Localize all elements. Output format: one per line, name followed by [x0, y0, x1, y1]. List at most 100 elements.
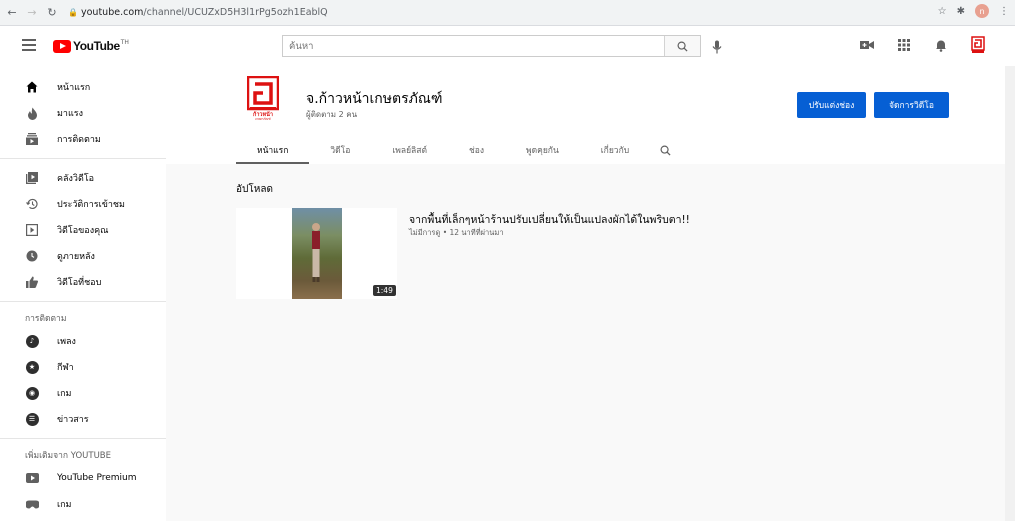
youtube-premium-icon	[25, 471, 39, 485]
music-icon: ♪	[25, 334, 39, 348]
channel-name: จ.ก้าวหน้าเกษตรภัณฑ์	[306, 91, 443, 107]
sidebar-item-label: เพลง	[57, 337, 76, 347]
sidebar-item-label: YouTube Premium	[57, 473, 137, 483]
tab-channels[interactable]: ช่อง	[448, 136, 505, 164]
person-figure	[312, 223, 320, 282]
sidebar-divider	[0, 301, 166, 302]
sidebar-item-news[interactable]: ☰ ข่าวสาร	[0, 406, 166, 432]
sidebar-item-gaming[interactable]: ◉ เกม	[0, 380, 166, 406]
forward-icon[interactable]: →	[24, 5, 40, 21]
home-icon	[25, 80, 39, 94]
sidebar-item-subscriptions[interactable]: การติดตาม	[0, 126, 166, 152]
video-duration: 1:49	[373, 285, 396, 296]
browser-toolbar: ← → ↻ 🔒 youtube.com/channel/UCUZxD5H3l1r…	[0, 0, 1015, 26]
customize-channel-button[interactable]: ปรับแต่งช่อง	[797, 92, 866, 118]
tab-home[interactable]: หน้าแรก	[236, 136, 310, 164]
lock-icon: 🔒	[68, 8, 78, 17]
tab-about[interactable]: เกี่ยวกับ	[580, 136, 650, 164]
more-from-youtube-heading: เพิ่มเติมจาก YOUTUBE	[25, 451, 111, 461]
browser-profile-avatar[interactable]: n	[975, 4, 989, 18]
gaming-icon: ◉	[25, 386, 39, 400]
hamburger-menu-icon[interactable]	[22, 39, 36, 51]
search-icon	[677, 41, 688, 52]
sidebar-item-label: มาแรง	[57, 109, 84, 119]
search-button[interactable]	[664, 36, 700, 56]
sidebar-item-label: กีฬา	[57, 363, 74, 373]
video-thumbnail[interactable]: 1:49	[236, 208, 397, 299]
sidebar-item-trending[interactable]: มาแรง	[0, 100, 166, 126]
logo-country-code: TH	[120, 39, 129, 46]
watch-later-icon	[25, 249, 39, 263]
url-host: youtube.com	[81, 7, 144, 18]
reload-icon[interactable]: ↻	[44, 5, 60, 21]
channel-avatar-subtext: เกษตรภัณฑ์	[255, 117, 271, 121]
browser-menu-icon[interactable]: ⋮	[999, 6, 1009, 17]
library-icon	[25, 171, 39, 185]
microphone-icon	[712, 40, 722, 54]
sidebar: หน้าแรก มาแรง การติดตาม คลังวิดีโอ ประวั…	[0, 66, 166, 521]
tab-playlists[interactable]: เพลย์ลิสต์	[371, 136, 448, 164]
trending-icon	[25, 106, 39, 120]
channel-tabs: หน้าแรก วิดีโอ เพลย์ลิสต์ ช่อง พูดคุยกัน…	[236, 136, 672, 164]
channel-avatar[interactable]: ก้าวหน้า เกษตรภัณฑ์	[246, 75, 280, 122]
sidebar-item-label: ประวัติการเข้าชม	[57, 200, 125, 210]
sidebar-item-sports[interactable]: ★ กีฬา	[0, 354, 166, 380]
page-scrollbar[interactable]	[1005, 66, 1015, 521]
sidebar-item-label: หน้าแรก	[57, 83, 91, 93]
channel-search-button[interactable]	[658, 136, 672, 164]
sidebar-item-library[interactable]: คลังวิดีโอ	[0, 165, 166, 191]
sidebar-item-music[interactable]: ♪ เพลง	[0, 328, 166, 354]
url-path: /channel/UCUZxD5H3l1rPg5ozh1EablQ	[143, 7, 328, 18]
search-input[interactable]	[283, 36, 664, 56]
sidebar-item-label: ข่าวสาร	[57, 415, 89, 425]
sidebar-item-watch-later[interactable]: ดูภายหลัง	[0, 243, 166, 269]
your-videos-icon	[25, 223, 39, 237]
youtube-logo[interactable]: YouTube TH	[53, 39, 129, 53]
uploads-section-title[interactable]: อัปโหลด	[236, 182, 273, 197]
sidebar-item-liked-videos[interactable]: วิดีโอที่ชอบ	[0, 269, 166, 295]
subscriber-count: ผู้ติดตาม 2 คน	[306, 110, 358, 119]
subscriptions-heading: การติดตาม	[25, 314, 67, 324]
sidebar-item-youtube-premium[interactable]: YouTube Premium	[0, 465, 166, 491]
video-title[interactable]: จากพื้นที่เล็กๆหน้าร้านปรับเปลี่ยนให้เป็…	[409, 211, 690, 228]
sidebar-item-history[interactable]: ประวัติการเข้าชม	[0, 191, 166, 217]
sidebar-item-label: วิดีโอที่ชอบ	[57, 278, 102, 288]
search-icon	[660, 145, 671, 156]
search-box	[282, 35, 701, 57]
notifications-bell-icon[interactable]	[934, 38, 948, 52]
thumbnail-image	[292, 208, 342, 299]
sidebar-item-label: คลังวิดีโอ	[57, 174, 95, 184]
gaming-icon	[25, 497, 39, 511]
create-video-icon[interactable]	[860, 38, 874, 52]
sidebar-item-label: เกม	[57, 500, 72, 510]
sidebar-item-label: การติดตาม	[57, 135, 101, 145]
youtube-play-icon	[53, 39, 71, 53]
logo-text: YouTube	[73, 39, 120, 53]
tab-discussion[interactable]: พูดคุยกัน	[505, 136, 580, 164]
sidebar-item-label: เกม	[57, 389, 72, 399]
sidebar-divider	[0, 158, 166, 159]
manage-videos-button[interactable]: จัดการวิดีโอ	[874, 92, 949, 118]
channel-content: อัปโหลด 1:49 จากพื้นที่เล็กๆหน้าร้านปรับ…	[166, 164, 1015, 521]
sidebar-item-label: ดูภายหลัง	[57, 252, 95, 262]
sidebar-item-label: วิดีโอของคุณ	[57, 226, 109, 236]
video-meta: ไม่มีการดู • 12 นาทีที่ผ่านมา	[409, 228, 504, 237]
voice-search-button[interactable]	[712, 39, 722, 58]
back-icon[interactable]: ←	[4, 5, 20, 21]
sidebar-divider	[0, 438, 166, 439]
tab-videos[interactable]: วิดีโอ	[309, 136, 371, 164]
liked-icon	[25, 275, 39, 289]
sidebar-item-your-videos[interactable]: วิดีโอของคุณ	[0, 217, 166, 243]
apps-grid-icon[interactable]	[897, 38, 911, 52]
sports-icon: ★	[25, 360, 39, 374]
account-avatar[interactable]	[971, 36, 985, 53]
extensions-icon[interactable]: ✱	[957, 6, 965, 17]
sidebar-item-home[interactable]: หน้าแรก	[0, 74, 166, 100]
history-icon	[25, 197, 39, 211]
sidebar-item-gaming-more[interactable]: เกม	[0, 491, 166, 517]
masthead: YouTube TH	[0, 26, 1015, 66]
subscriptions-icon	[25, 132, 39, 146]
star-icon[interactable]: ☆	[938, 6, 947, 17]
address-bar[interactable]: 🔒 youtube.com/channel/UCUZxD5H3l1rPg5ozh…	[68, 7, 328, 18]
news-icon: ☰	[25, 412, 39, 426]
